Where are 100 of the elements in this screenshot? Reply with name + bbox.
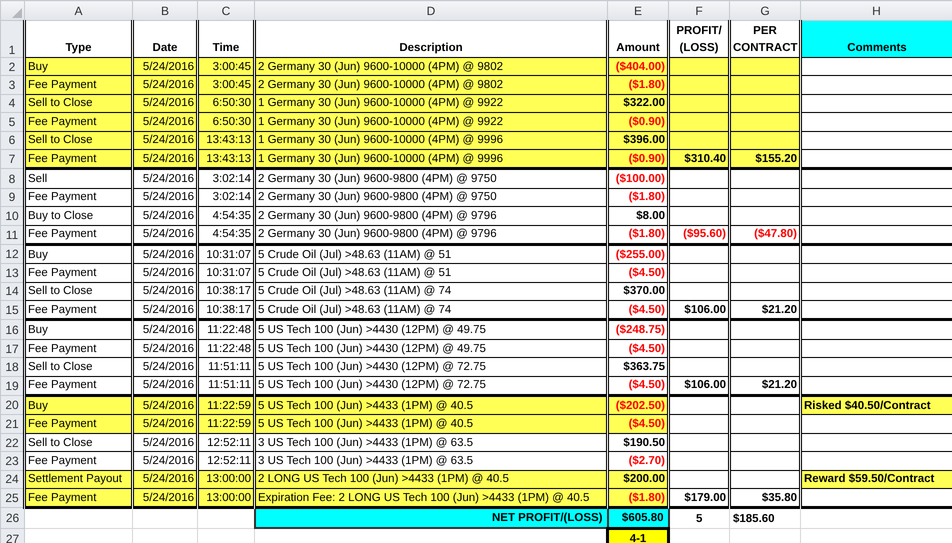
table-cell: 5/24/2016 [132, 339, 198, 358]
table-cell: 2 Germany 30 (Jun) 9600-9800 (4PM) @ 9796 [254, 225, 608, 244]
row-header[interactable]: 13 [0, 264, 24, 282]
table-cell: 5/24/2016 [132, 300, 198, 320]
table-cell: 4:54:35 [198, 206, 254, 226]
table-cell [730, 76, 800, 94]
table-cell [730, 470, 800, 488]
row-header[interactable]: 1 [0, 20, 24, 58]
row-header[interactable]: 12 [0, 244, 24, 264]
row-header[interactable]: 7 [0, 149, 24, 169]
table-cell: Sell to Close [24, 131, 132, 150]
table-cell: 5 Crude Oil (Jul) >48.63 (11AM) @ 74 [254, 300, 608, 320]
select-all-corner[interactable] [0, 0, 24, 20]
row-header[interactable]: 22 [0, 433, 24, 452]
column-header[interactable]: F [668, 0, 730, 20]
row-header[interactable]: 17 [0, 339, 24, 358]
table-cell: $370.00 [608, 282, 668, 301]
table-cell: Expiration Fee: 2 LONG US Tech 100 (Jun) >4433 (1PM) @ 40.5 [254, 488, 608, 508]
row-header[interactable]: 2 [0, 58, 24, 76]
header-cell: PER CONTRACT [730, 20, 800, 58]
column-header[interactable]: G [730, 0, 800, 20]
column-header[interactable]: C [198, 0, 254, 20]
table-cell: $106.00 [668, 376, 730, 396]
column-header[interactable]: H [800, 0, 952, 20]
row-header[interactable]: 23 [0, 452, 24, 470]
table-cell: $190.50 [608, 433, 668, 452]
column-header[interactable]: B [132, 0, 198, 20]
table-cell: Risked $40.50/Contract [800, 396, 952, 415]
table-cell: 3 US Tech 100 (Jun) >4433 (1PM) @ 63.5 [254, 433, 608, 452]
table-cell: 6:50:30 [198, 94, 254, 113]
row-header[interactable]: 18 [0, 358, 24, 376]
table-cell: ($95.60) [668, 225, 730, 244]
table-cell: 2 Germany 30 (Jun) 9600-10000 (4PM) @ 9802 [254, 58, 608, 76]
row-header[interactable]: 19 [0, 376, 24, 396]
table-cell: Fee Payment [24, 414, 132, 434]
table-cell [730, 282, 800, 301]
table-cell [730, 433, 800, 452]
table-cell: ($404.00) [608, 58, 668, 76]
table-cell: ($0.90) [608, 112, 668, 132]
table-cell: 5/24/2016 [132, 225, 198, 244]
table-cell: Buy to Close [24, 206, 132, 226]
row-header[interactable]: 5 [0, 112, 24, 132]
table-cell [730, 264, 800, 282]
row-header[interactable]: 3 [0, 76, 24, 94]
header-cell: PROFIT/ (LOSS) [668, 20, 730, 58]
table-cell: ($0.90) [608, 149, 668, 169]
row-header[interactable]: 21 [0, 414, 24, 434]
row-header[interactable]: 27 [0, 528, 24, 543]
row-header[interactable]: 9 [0, 188, 24, 207]
table-cell: 10:38:17 [198, 282, 254, 301]
table-cell: 10:38:17 [198, 300, 254, 320]
row-header[interactable]: 6 [0, 131, 24, 150]
table-cell [730, 452, 800, 470]
table-cell: $21.20 [730, 300, 800, 320]
row-header[interactable]: 11 [0, 225, 24, 244]
table-cell: $179.00 [668, 488, 730, 508]
table-cell [730, 188, 800, 207]
table-cell: Fee Payment [24, 225, 132, 244]
row-header[interactable]: 16 [0, 320, 24, 340]
table-cell [730, 58, 800, 76]
table-cell: $310.40 [668, 149, 730, 169]
row-header[interactable]: 25 [0, 488, 24, 508]
table-cell: ($4.50) [608, 339, 668, 358]
header-cell: Type [24, 20, 132, 58]
table-cell: $322.00 [608, 94, 668, 113]
row-header[interactable]: 24 [0, 470, 24, 488]
table-cell: 2 LONG US Tech 100 (Jun) >4433 (1PM) @ 40.5 [254, 470, 608, 488]
row-header[interactable]: 20 [0, 396, 24, 415]
table-cell: Settlement Payout [24, 470, 132, 488]
column-header[interactable]: D [254, 0, 608, 20]
table-cell: 11:22:48 [198, 339, 254, 358]
table-cell: 3:00:45 [198, 76, 254, 94]
win-loss-cell: 4-1 [608, 528, 668, 543]
row-header[interactable]: 10 [0, 206, 24, 226]
table-cell: 5 US Tech 100 (Jun) >4430 (12PM) @ 72.75 [254, 376, 608, 396]
table-cell: $185.60 [730, 508, 800, 528]
table-cell: 3:00:45 [198, 58, 254, 76]
table-cell: ($4.50) [608, 300, 668, 320]
table-cell: 1 Germany 30 (Jun) 9600-10000 (4PM) @ 9922 [254, 94, 608, 113]
row-header[interactable]: 15 [0, 300, 24, 320]
table-cell: Fee Payment [24, 452, 132, 470]
table-cell: 11:51:11 [198, 376, 254, 396]
table-cell: 13:00:00 [198, 470, 254, 488]
table-cell: 5/24/2016 [132, 264, 198, 282]
row-header[interactable]: 26 [0, 508, 24, 528]
row-header[interactable]: 4 [0, 94, 24, 113]
column-header[interactable]: E [608, 0, 668, 20]
table-cell: 5/24/2016 [132, 282, 198, 301]
table-cell: ($4.50) [608, 414, 668, 434]
row-header[interactable]: 14 [0, 282, 24, 301]
table-cell: 2 Germany 30 (Jun) 9600-10000 (4PM) @ 9802 [254, 76, 608, 94]
header-cell: Comments [800, 20, 952, 58]
table-cell: Buy [24, 58, 132, 76]
corner-triangle-icon [12, 8, 22, 18]
row-header[interactable]: 8 [0, 168, 24, 188]
table-cell: 5/24/2016 [132, 131, 198, 150]
total-label: NET PROFIT/(LOSS) [254, 508, 608, 528]
table-cell: Reward $59.50/Contract [800, 470, 952, 488]
column-header[interactable]: A [24, 0, 132, 20]
table-cell: 5/24/2016 [132, 488, 198, 508]
